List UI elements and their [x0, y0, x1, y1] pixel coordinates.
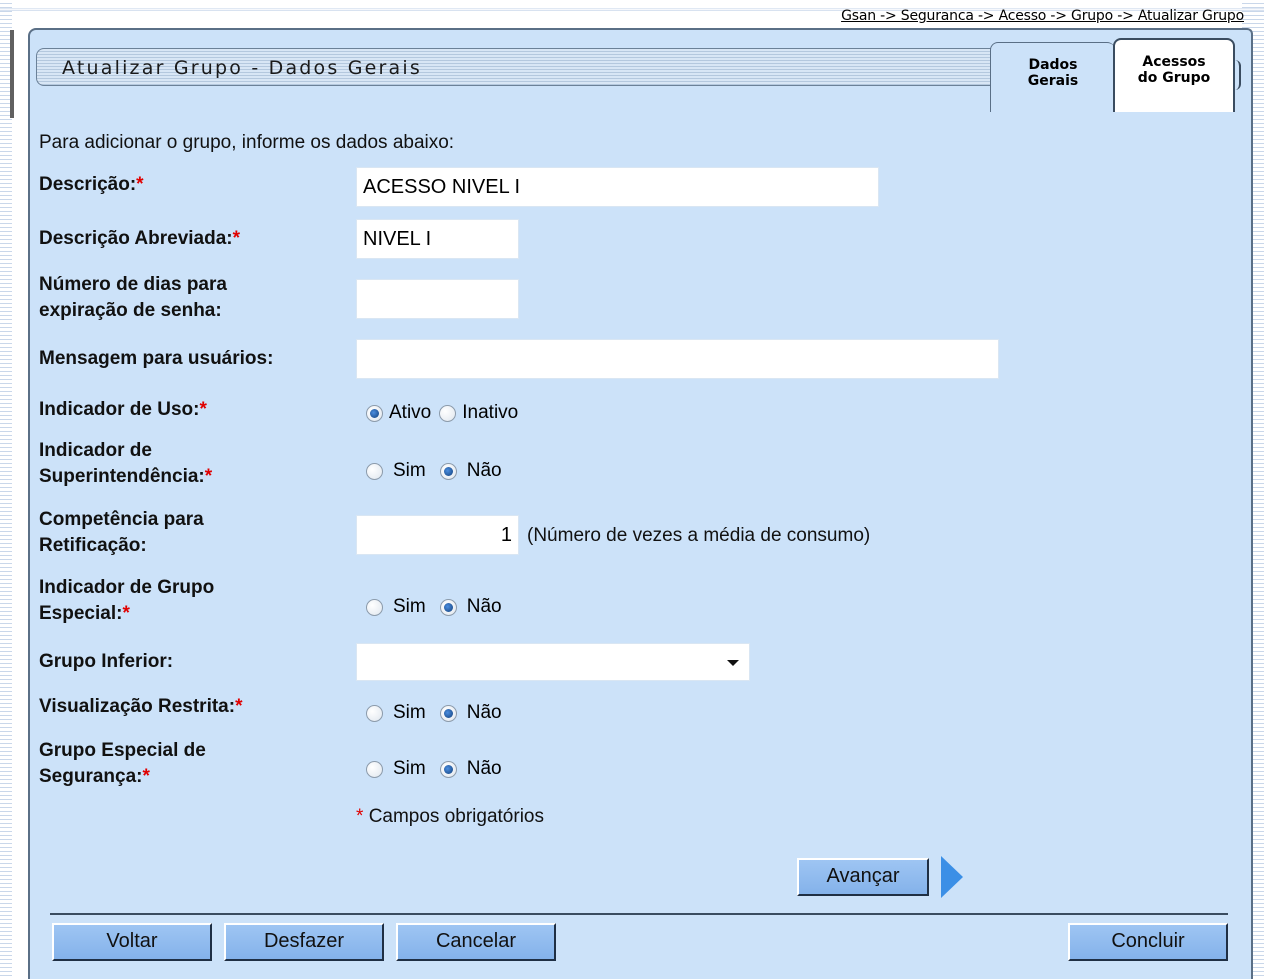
- descricao-input[interactable]: ACESSO NIVEL I: [356, 167, 879, 207]
- competencia-input[interactable]: 1: [356, 515, 519, 555]
- required-mark: *: [122, 603, 130, 624]
- next-arrow-icon[interactable]: [941, 856, 963, 898]
- dias-expiracao-input[interactable]: [356, 279, 519, 319]
- breadcrumb[interactable]: Gsan -> Seguranca -> Acesso -> Grupo -> …: [841, 8, 1244, 24]
- divider: [50, 913, 1228, 915]
- grupo-inferior-label: Grupo Inferior:: [39, 651, 174, 672]
- grupo-especial-label: Indicador de Grupo Especial:*: [39, 577, 215, 624]
- superintendencia-label: Indicador de Superintendência:*: [39, 440, 213, 487]
- competencia-hint: (Número de vezes a média de consumo): [527, 525, 871, 546]
- tab-label-line2: do Grupo: [1137, 70, 1211, 86]
- superintendencia-radio-group: Sim Não: [366, 460, 516, 482]
- required-mark: *: [204, 466, 213, 487]
- concluir-button[interactable]: Concluir: [1068, 923, 1228, 961]
- required-mark: *: [199, 399, 207, 420]
- grupo-inferior-select[interactable]: [356, 643, 750, 681]
- intro-text: Para adicionar o grupo, informe os dados…: [39, 132, 455, 153]
- chevron-down-icon[interactable]: [727, 660, 739, 666]
- left-frame-bar: [10, 30, 14, 118]
- radio-label-nao: Não: [466, 702, 502, 723]
- radio-nao[interactable]: [439, 704, 457, 722]
- radio-label-ativo: Ativo: [389, 402, 432, 423]
- competencia-label: Competência para Retificação:: [39, 509, 204, 556]
- radio-label-sim: Sim: [393, 460, 426, 481]
- radio-sim[interactable]: [366, 462, 383, 480]
- voltar-button[interactable]: Voltar: [52, 923, 212, 961]
- descricao-label: Descrição:*: [39, 174, 144, 195]
- radio-nao[interactable]: [439, 462, 457, 480]
- desfazer-button[interactable]: Desfazer: [224, 923, 384, 961]
- radio-ativo[interactable]: [366, 404, 383, 422]
- cancelar-button[interactable]: Cancelar: [396, 923, 556, 961]
- descricao-abreviada-input[interactable]: NIVEL I: [356, 219, 519, 259]
- radio-sim[interactable]: [366, 760, 383, 778]
- tab-acessos-do-grupo[interactable]: Acessos do Grupo: [1113, 38, 1241, 112]
- required-mark: *: [232, 228, 241, 249]
- radio-nao[interactable]: [439, 598, 457, 616]
- left-edge-decoration: [0, 0, 12, 979]
- grupo-especial-radio-group: Sim Não: [366, 596, 516, 618]
- grupo-seguranca-radio-group: Sim Não: [366, 758, 516, 780]
- visualizacao-restrita-radio-group: Sim Não: [366, 702, 516, 724]
- indicador-uso-radio-group: Ativo Inativo: [366, 402, 532, 424]
- tab-dados-gerais[interactable]: Dados Gerais: [990, 42, 1115, 112]
- descricao-abreviada-label: Descrição Abreviada:*: [39, 228, 241, 249]
- required-mark: *: [235, 696, 243, 717]
- required-mark: *: [142, 766, 150, 787]
- radio-label-inativo: Inativo: [462, 402, 519, 423]
- radio-label-nao: Não: [466, 758, 502, 779]
- radio-label-sim: Sim: [393, 702, 426, 723]
- radio-sim[interactable]: [366, 704, 383, 722]
- dias-expiracao-label: Número de dias para expiração de senha:: [39, 274, 227, 321]
- page-title: Atualizar Grupo - Dados Gerais: [62, 57, 422, 79]
- required-note: * Campos obrigatórios: [356, 806, 544, 827]
- mensagem-input[interactable]: [356, 339, 999, 379]
- radio-sim[interactable]: [366, 598, 383, 616]
- indicador-uso-label: Indicador de Uso:*: [39, 399, 207, 420]
- radio-label-nao: Não: [466, 460, 502, 481]
- tab-label-line1: Dados: [1028, 57, 1078, 73]
- tab-label-line1: Acessos: [1142, 54, 1206, 70]
- mensagem-label: Mensagem para usuários:: [39, 348, 274, 369]
- radio-label-sim: Sim: [393, 596, 426, 617]
- radio-label-nao: Não: [466, 596, 502, 617]
- tab-label-line2: Gerais: [1027, 73, 1079, 89]
- radio-label-sim: Sim: [393, 758, 426, 779]
- required-mark: *: [356, 806, 364, 827]
- visualizacao-restrita-label: Visualização Restrita:*: [39, 696, 243, 717]
- avancar-button[interactable]: Avançar: [797, 858, 929, 896]
- radio-inativo[interactable]: [439, 404, 457, 422]
- grupo-seguranca-label: Grupo Especial de Segurança:*: [39, 740, 206, 787]
- required-mark: *: [136, 174, 144, 195]
- radio-nao[interactable]: [439, 760, 457, 778]
